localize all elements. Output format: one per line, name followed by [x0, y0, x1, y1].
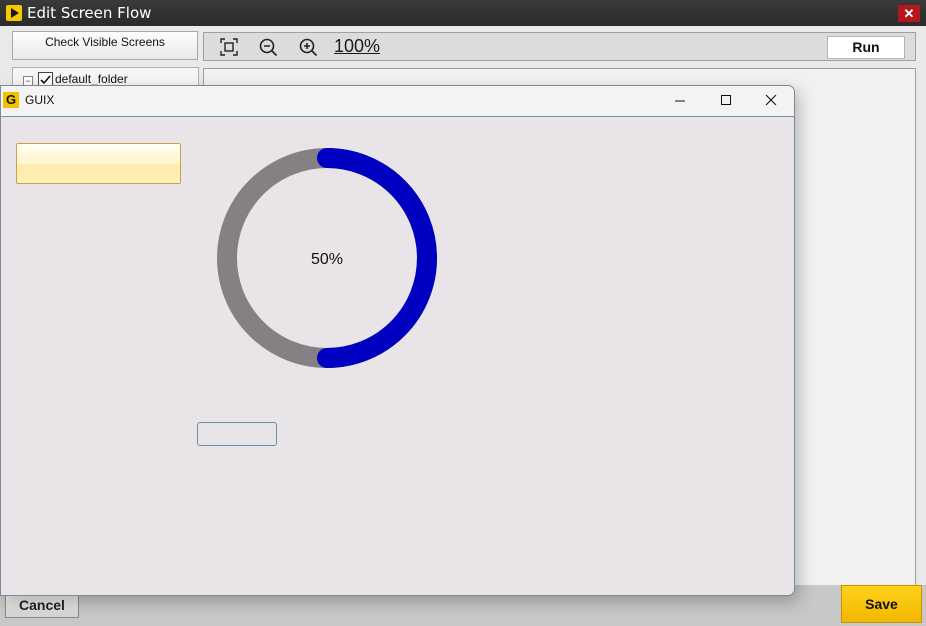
minimize-icon[interactable]: [658, 86, 702, 116]
maximize-icon[interactable]: [703, 86, 747, 116]
close-button[interactable]: ✕: [898, 5, 920, 22]
guix-logo-icon: G: [3, 92, 19, 108]
guix-close-icon[interactable]: [748, 86, 792, 116]
radial-progress: 50%: [206, 137, 448, 379]
guix-window: G GUIX 50%: [0, 85, 795, 596]
guix-title-bar: G GUIX: [1, 86, 794, 117]
guix-client-area: 50%: [1, 117, 794, 595]
zoom-in-icon[interactable]: [298, 37, 318, 57]
check-visible-screens-button[interactable]: Check Visible Screens: [12, 31, 198, 60]
guix-window-title: GUIX: [25, 93, 55, 107]
title-bar: Edit Screen Flow ✕: [0, 0, 926, 26]
save-button[interactable]: Save: [841, 585, 922, 623]
zoom-out-icon[interactable]: [258, 37, 278, 57]
tree-item-default-folder[interactable]: default_folder: [55, 72, 128, 86]
run-button[interactable]: Run: [827, 36, 905, 59]
window-title: Edit Screen Flow: [27, 4, 152, 22]
app-play-icon: [6, 5, 22, 21]
progress-label: 50%: [311, 251, 343, 268]
blank-button[interactable]: [197, 422, 277, 446]
fit-screen-icon[interactable]: [219, 37, 239, 57]
edit-screen-flow-window: Edit Screen Flow ✕ Check Visible Screens…: [0, 0, 926, 626]
toolbar: 100% Run: [203, 32, 916, 61]
text-input-field[interactable]: [16, 143, 181, 184]
zoom-level[interactable]: 100%: [334, 36, 380, 57]
